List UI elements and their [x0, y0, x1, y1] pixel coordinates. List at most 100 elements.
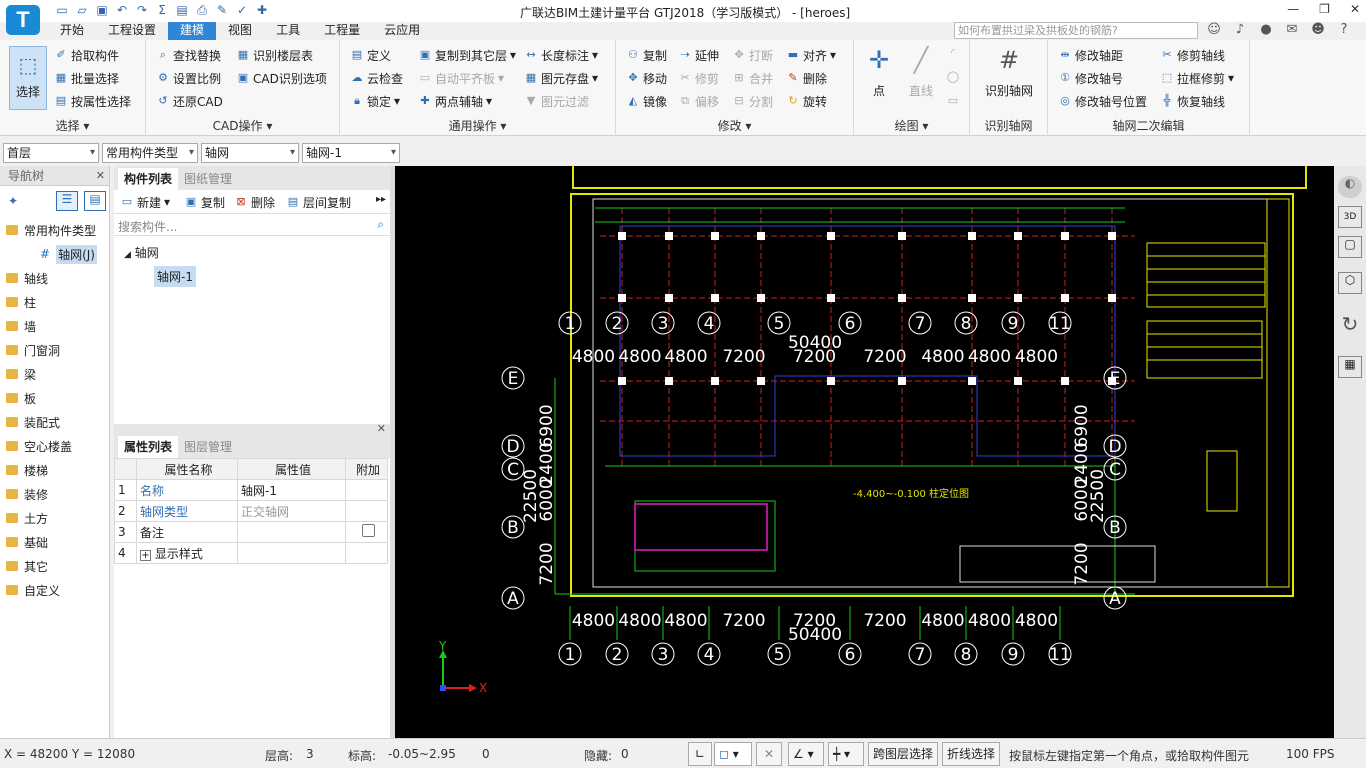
identify-floor-table-button[interactable]: ▦ 识别楼层表	[236, 45, 313, 65]
check-icon[interactable]: ✓	[234, 2, 250, 18]
save-icon[interactable]: ▣	[94, 2, 110, 18]
sum-icon[interactable]: Σ	[154, 2, 170, 18]
more-icon[interactable]: ▸▸	[376, 194, 386, 205]
arc-icon[interactable]: ◜	[946, 46, 960, 60]
extra-checkbox[interactable]	[361, 524, 375, 537]
table-row[interactable]: 3 备注	[114, 521, 388, 543]
table-row[interactable]: 1 名称 轴网-1	[114, 479, 388, 501]
tab-component-list[interactable]: 构件列表	[118, 168, 179, 190]
extend-button[interactable]: ⇢ 延伸	[678, 45, 719, 65]
menu-tab[interactable]: 工程量	[312, 22, 372, 40]
tree-root[interactable]: ◢ 轴网	[124, 244, 159, 261]
add-icon[interactable]: ✚	[254, 2, 270, 18]
rotate-button[interactable]: ↻ 旋转	[786, 91, 827, 111]
select-button[interactable]: ⬚ 选择	[9, 46, 47, 110]
3d-view-icon[interactable]: 3D	[1338, 206, 1362, 228]
point-button[interactable]: ✛ 点	[864, 46, 894, 99]
group-label[interactable]: 选择 ▾	[0, 117, 145, 134]
circle-icon[interactable]: ◯	[946, 70, 960, 84]
break-button[interactable]: ✥ 打断	[732, 45, 773, 65]
grid-view-icon[interactable]: ▤	[84, 191, 106, 211]
merge-button[interactable]: ⊞ 合并	[732, 68, 773, 88]
add-icon[interactable]: ✦	[8, 194, 18, 208]
chat-icon[interactable]: ●	[1258, 22, 1274, 38]
save-element-button[interactable]: ▦ 图元存盘 ▾	[524, 68, 598, 88]
snap-dropdown[interactable]: ◻ ▾	[714, 742, 752, 766]
restore-axis-button[interactable]: ╬ 恢复轴线	[1160, 91, 1225, 111]
print-icon[interactable]: ⎙	[194, 2, 210, 18]
restore-cad-button[interactable]: ↺ 还原CAD	[156, 91, 222, 111]
nav-item[interactable]: 装配式	[0, 410, 109, 434]
close-icon[interactable]: ✕	[1350, 2, 1360, 16]
group-label[interactable]: 通用操作 ▾	[340, 117, 615, 134]
find-replace-button[interactable]: ⌕ 查找替换	[156, 45, 221, 65]
category-select[interactable]: 轴网	[201, 143, 299, 163]
cad-options-button[interactable]: ▣ CAD识别选项	[236, 68, 327, 88]
nav-item[interactable]: 门窗洞	[0, 338, 109, 362]
expand-icon[interactable]: +	[140, 549, 151, 561]
delete-button[interactable]: ✎ 删除	[786, 68, 827, 88]
nav-group-common[interactable]: 常用构件类型	[0, 218, 109, 242]
align-button[interactable]: ▬ 对齐 ▾	[786, 45, 836, 65]
modify-axis-distance-button[interactable]: ⇹ 修改轴距	[1058, 45, 1123, 65]
nav-item[interactable]: 墙	[0, 314, 109, 338]
tab-drawing-management[interactable]: 图纸管理	[178, 168, 238, 190]
select-by-attribute-button[interactable]: ▤ 按属性选择	[54, 91, 131, 111]
nav-item-axis-grid[interactable]: # 轴网(J)	[0, 242, 109, 266]
component-type-select[interactable]: 常用构件类型	[102, 143, 198, 163]
modify-axis-number-button[interactable]: ① 修改轴号	[1058, 68, 1123, 88]
layout-icon[interactable]: ▦	[1338, 356, 1362, 378]
menu-tab[interactable]: 开始	[48, 22, 96, 40]
nav-item[interactable]: 土方	[0, 506, 109, 530]
menu-tab[interactable]: 工具	[264, 22, 312, 40]
close-icon[interactable]: ✕	[377, 419, 386, 439]
line-style-dropdown[interactable]: ┿ ▾	[828, 742, 864, 766]
table-row[interactable]: 2 轴网类型 正交轴网	[114, 500, 388, 522]
length-dimension-button[interactable]: ↔ 长度标注 ▾	[524, 45, 598, 65]
menu-tab[interactable]: 工程设置	[96, 22, 168, 40]
shirt-icon[interactable]: ♙	[1362, 22, 1366, 38]
help-icon[interactable]: ?	[1336, 22, 1352, 38]
nav-item[interactable]: 梁	[0, 362, 109, 386]
app-logo[interactable]: T	[6, 5, 40, 35]
nav-item[interactable]: 基础	[0, 530, 109, 554]
offset-button[interactable]: ⧉ 偏移	[678, 91, 719, 111]
copy-button[interactable]: ⚇ 复制	[626, 45, 667, 65]
group-label[interactable]: 绘图 ▾	[854, 117, 969, 134]
trim-button[interactable]: ✂ 修剪	[678, 68, 719, 88]
pick-component-button[interactable]: ✐ 拾取构件	[54, 45, 119, 65]
search-icon[interactable]: ⌕	[377, 217, 384, 232]
define-button[interactable]: ▤ 定义	[350, 45, 391, 65]
side-view-icon[interactable]: ⬡	[1338, 272, 1362, 294]
top-view-icon[interactable]: ▢	[1338, 236, 1362, 258]
message-icon[interactable]: ✉	[1284, 22, 1300, 38]
cross-icon[interactable]: ✕	[756, 742, 782, 766]
calc-icon[interactable]: ▤	[174, 2, 190, 18]
tab-layer-management[interactable]: 图层管理	[178, 436, 238, 458]
cross-layer-select-button[interactable]: 跨图层选择	[868, 742, 939, 766]
new-file-icon[interactable]: ▭	[54, 2, 70, 18]
menu-tab[interactable]: 云应用	[372, 22, 432, 40]
minimize-icon[interactable]: —	[1287, 2, 1299, 16]
box-trim-button[interactable]: ⬚ 拉框修剪 ▾	[1160, 68, 1234, 88]
undo-icon[interactable]: ↶	[114, 2, 130, 18]
edit-icon[interactable]: ✎	[214, 2, 230, 18]
group-label[interactable]: 修改 ▾	[616, 117, 853, 134]
redo-icon[interactable]: ↷	[134, 2, 150, 18]
element-select[interactable]: 轴网-1	[302, 143, 400, 163]
ortho-icon[interactable]: ∟	[688, 742, 712, 766]
orbit-icon[interactable]: ◐	[1338, 176, 1362, 198]
help-search-input[interactable]: 如何布置拱过梁及拱板处的钢筋?	[954, 22, 1198, 39]
list-view-icon[interactable]: ☰	[56, 191, 78, 211]
delete-component-button[interactable]: ⊠ 删除	[234, 192, 275, 212]
identify-axis-button[interactable]: # 识别轴网	[976, 46, 1042, 99]
lock-button[interactable]: 🔒︎ 锁定 ▾	[350, 91, 400, 111]
copy-to-other-floor-button[interactable]: ▣ 复制到其它层 ▾	[418, 45, 516, 65]
nav-item[interactable]: 楼梯	[0, 458, 109, 482]
nav-item[interactable]: 自定义	[0, 578, 109, 602]
polyline-select-button[interactable]: 折线选择	[942, 742, 1001, 766]
nav-item[interactable]: 装修	[0, 482, 109, 506]
nav-item[interactable]: 轴线	[0, 266, 109, 290]
table-row[interactable]: 4 + 显示样式	[114, 542, 388, 564]
component-search-input[interactable]: 搜索构件...	[118, 218, 177, 235]
